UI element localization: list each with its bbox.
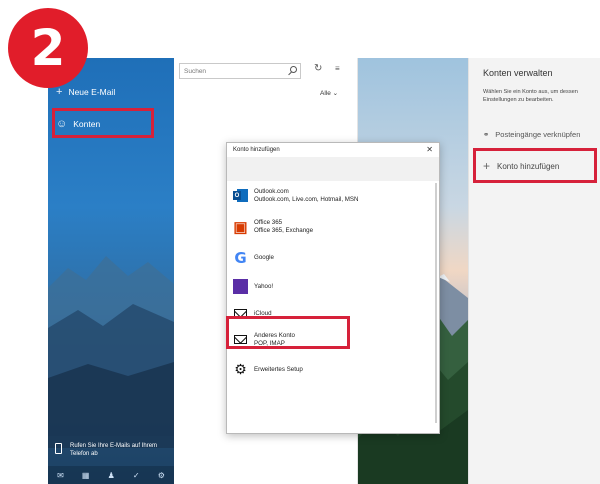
link-inboxes-label: Posteingänge verknüpfen xyxy=(495,130,581,139)
sync-icon[interactable]: ↻ xyxy=(314,63,322,74)
dialog-header-band xyxy=(227,157,439,181)
step-badge: 2 xyxy=(8,8,88,88)
account-name: Erweitertes Setup xyxy=(254,365,303,373)
link-icon: ⚭ xyxy=(483,130,490,139)
chevron-down-icon: ⌄ xyxy=(332,90,339,97)
account-name: Google xyxy=(254,253,274,261)
outlook-icon: O xyxy=(233,188,248,203)
account-option-google[interactable]: G Google xyxy=(233,248,274,267)
link-inboxes-button[interactable]: ⚭ Posteingänge verknüpfen xyxy=(483,130,580,139)
gear-icon: ⚙ xyxy=(234,361,247,377)
search-input[interactable]: Suchen xyxy=(179,63,301,79)
yahoo-icon xyxy=(233,279,248,294)
mail-icon[interactable]: ✉ xyxy=(57,471,64,480)
calendar-icon[interactable]: ▦ xyxy=(82,471,90,480)
manage-accounts-description: Wählen Sie ein Konto aus, um dessen Eins… xyxy=(483,89,578,103)
account-option-advanced-setup[interactable]: ⚙ Erweitertes Setup xyxy=(233,361,303,377)
people-icon[interactable]: ♟ xyxy=(108,471,115,480)
account-detail: Office 365, Exchange xyxy=(254,226,314,234)
manage-accounts-panel: Konten verwalten Wählen Sie ein Konto au… xyxy=(468,58,600,484)
account-name: Office 365 xyxy=(254,219,283,226)
phone-prompt-text: Rufen Sie Ihre E-Mails auf Ihrem Telefon… xyxy=(70,443,158,457)
nav-background-mountains xyxy=(48,256,174,448)
dialog-scrollbar[interactable] xyxy=(435,183,437,423)
new-mail-label: Neue E-Mail xyxy=(68,87,116,97)
close-icon[interactable]: ✕ xyxy=(426,145,433,154)
account-option-office365[interactable]: ▣ Office 365 Office 365, Exchange xyxy=(233,218,314,236)
filter-dropdown[interactable]: Alle ⌄ xyxy=(320,89,338,97)
account-option-yahoo[interactable]: Yahoo! xyxy=(233,279,273,294)
office-icon: ▣ xyxy=(233,218,248,236)
selection-mode-icon[interactable]: ≡ xyxy=(335,64,340,73)
highlight-add-account xyxy=(473,148,597,183)
phone-icon xyxy=(55,443,62,454)
settings-icon[interactable]: ⚙ xyxy=(158,471,165,480)
plus-icon: + xyxy=(56,86,63,98)
account-detail: Outlook.com, Live.com, Hotmail, MSN xyxy=(254,195,359,203)
filter-label: Alle xyxy=(320,90,331,97)
highlight-other-account xyxy=(226,316,350,349)
nav-footer: ✉ ▦ ♟ ✓ ⚙ xyxy=(48,466,174,484)
dialog-title: Konto hinzufügen xyxy=(233,147,280,153)
google-icon: G xyxy=(234,248,247,267)
new-mail-button[interactable]: + Neue E-Mail xyxy=(56,86,115,98)
search-icon[interactable] xyxy=(290,66,297,73)
account-name: Outlook.com xyxy=(254,188,289,195)
manage-accounts-title: Konten verwalten xyxy=(483,68,553,78)
account-option-outlook[interactable]: O Outlook.com Outlook.com, Live.com, Hot… xyxy=(233,188,359,203)
todo-icon[interactable]: ✓ xyxy=(133,471,140,480)
add-account-dialog: Konto hinzufügen ✕ O Outlook.com Outlook… xyxy=(226,142,440,434)
account-name: Yahoo! xyxy=(254,282,274,290)
highlight-accounts xyxy=(52,108,154,138)
phone-prompt[interactable]: Rufen Sie Ihre E-Mails auf Ihrem Telefon… xyxy=(48,436,174,466)
